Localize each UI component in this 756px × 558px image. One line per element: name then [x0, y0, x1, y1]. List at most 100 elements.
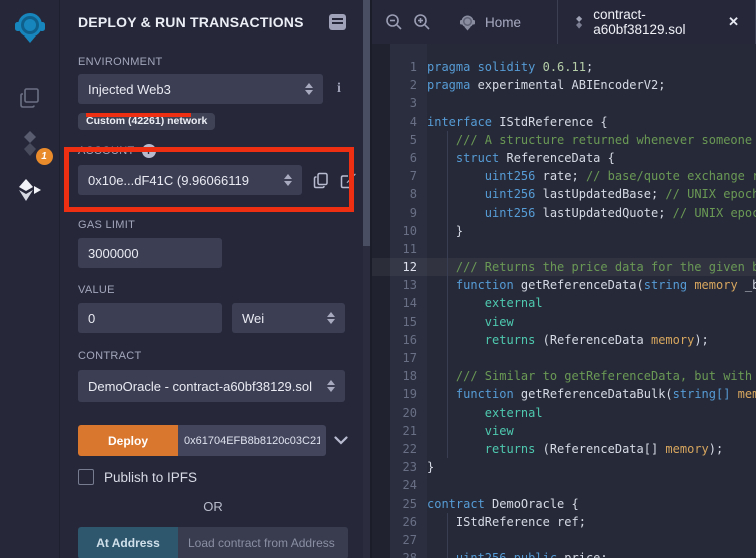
code-line[interactable]: 10 }: [372, 222, 756, 240]
line-number: 28: [372, 549, 427, 558]
gas-limit-label: GAS LIMIT: [78, 219, 370, 231]
at-address-button[interactable]: At Address: [78, 527, 178, 558]
value-input[interactable]: [78, 303, 222, 333]
indent-guide: [447, 385, 448, 403]
code-line[interactable]: 23}: [372, 458, 756, 476]
indent-guide: [447, 204, 448, 222]
code-line[interactable]: 16 returns (ReferenceData memory);: [372, 331, 756, 349]
indent-guide: [447, 222, 448, 240]
account-label: ACCOUNT: [78, 145, 135, 157]
line-number: 10: [372, 222, 427, 240]
tab-home[interactable]: Home: [444, 0, 535, 44]
code-line[interactable]: 18 /// Similar to getReferenceData, but …: [372, 367, 756, 385]
solidity-compiler-icon[interactable]: 1: [13, 127, 47, 161]
code-line[interactable]: 13 function getReferenceData(string memo…: [372, 276, 756, 294]
indent-guide: [447, 513, 448, 531]
code-line[interactable]: 28 uint256 public price;: [372, 549, 756, 558]
line-number: 9: [372, 204, 427, 222]
deploy-run-icon[interactable]: [13, 173, 47, 207]
tab-contract-file[interactable]: contract-a60bf38129.sol ✕: [557, 0, 756, 44]
info-icon[interactable]: i: [337, 81, 341, 97]
code-line[interactable]: 7 uint256 rate; // base/quote exchange r…: [372, 167, 756, 185]
code-line[interactable]: 11: [372, 240, 756, 258]
code-editor[interactable]: 1pragma solidity 0.6.11;2pragma experime…: [372, 44, 756, 558]
code-line[interactable]: 14 external: [372, 294, 756, 312]
zoom-in-icon[interactable]: [410, 10, 434, 34]
deploy-button[interactable]: Deploy: [78, 425, 178, 456]
indent-guide: [447, 258, 448, 276]
panel-scrollbar[interactable]: [363, 0, 370, 558]
code-line[interactable]: 2pragma experimental ABIEncoderV2;: [372, 76, 756, 94]
copy-icon[interactable]: [313, 172, 329, 189]
at-address-input[interactable]: [178, 527, 348, 558]
line-number: 26: [372, 513, 427, 531]
code-line[interactable]: 19 function getReferenceDataBulk(string[…: [372, 385, 756, 403]
line-number: 13: [372, 276, 427, 294]
code-line[interactable]: 6 struct ReferenceData {: [372, 149, 756, 167]
line-content: [427, 94, 756, 112]
environment-select[interactable]: Injected Web3: [78, 74, 323, 104]
line-number: 17: [372, 349, 427, 367]
code-line[interactable]: 12 /// Returns the price data for the gi…: [372, 258, 756, 276]
line-content: [427, 476, 756, 494]
gas-limit-input[interactable]: [78, 238, 222, 268]
account-value: 0x10e...dF41C (9.96066119: [88, 173, 249, 188]
line-content: contract DemoOracle {: [427, 495, 756, 513]
code-line[interactable]: 15 view: [372, 313, 756, 331]
or-divider: OR: [78, 499, 348, 514]
file-explorer-icon[interactable]: [13, 81, 47, 115]
line-number: 12: [372, 258, 427, 276]
line-content: uint256 lastUpdatedQuote; // UNIX epoch …: [427, 204, 756, 222]
code-line[interactable]: 1pragma solidity 0.6.11;: [372, 58, 756, 76]
edit-icon[interactable]: [340, 172, 357, 189]
line-content: view: [427, 422, 756, 440]
code-line[interactable]: 3: [372, 94, 756, 112]
ipfs-label: Publish to IPFS: [104, 470, 197, 485]
line-content: view: [427, 313, 756, 331]
line-content: returns (ReferenceData memory);: [427, 331, 756, 349]
code-line[interactable]: 24: [372, 476, 756, 494]
documentation-icon[interactable]: [329, 14, 346, 30]
chevron-down-icon[interactable]: [334, 425, 348, 456]
line-number: 18: [372, 367, 427, 385]
ipfs-checkbox[interactable]: [78, 469, 94, 485]
line-content: [427, 240, 756, 258]
value-unit: Wei: [242, 311, 264, 326]
scrollbar-thumb[interactable]: [363, 0, 370, 246]
indent-guide: [447, 313, 448, 331]
close-tab-icon[interactable]: ✕: [728, 14, 739, 30]
code-line[interactable]: 27: [372, 531, 756, 549]
tab-file-label: contract-a60bf38129.sol: [593, 7, 716, 37]
code-line[interactable]: 17: [372, 349, 756, 367]
code-line[interactable]: 5 /// A structure returned whenever some…: [372, 131, 756, 149]
line-content: }: [427, 458, 756, 476]
line-content: uint256 lastUpdatedBase; // UNIX epoch o…: [427, 185, 756, 203]
contract-select[interactable]: DemoOracle - contract-a60bf38129.sol: [78, 370, 345, 402]
line-content: external: [427, 294, 756, 312]
code-line[interactable]: 26 IStdReference ref;: [372, 513, 756, 531]
indent-guide: [447, 367, 448, 385]
deploy-param-input[interactable]: [178, 425, 326, 456]
code-line[interactable]: 8 uint256 lastUpdatedBase; // UNIX epoch…: [372, 185, 756, 203]
value-unit-select[interactable]: Wei: [232, 303, 345, 333]
line-number: 3: [372, 94, 427, 112]
code-line[interactable]: 21 view: [372, 422, 756, 440]
indent-guide: [447, 549, 448, 558]
code-line[interactable]: 22 returns (ReferenceData[] memory);: [372, 440, 756, 458]
compiler-badge: 1: [36, 148, 53, 165]
indent-guide: [447, 404, 448, 422]
add-account-icon[interactable]: +: [142, 144, 156, 158]
value-label: VALUE: [78, 284, 370, 296]
code-line[interactable]: 9 uint256 lastUpdatedQuote; // UNIX epoc…: [372, 204, 756, 222]
account-select[interactable]: 0x10e...dF41C (9.96066119: [78, 165, 302, 195]
editor-area: Home contract-a60bf38129.sol ✕ 1pragma s…: [372, 0, 756, 558]
code-line[interactable]: 25contract DemoOracle {: [372, 495, 756, 513]
line-number: 16: [372, 331, 427, 349]
line-number: 14: [372, 294, 427, 312]
line-number: 4: [372, 113, 427, 131]
zoom-out-icon[interactable]: [382, 10, 406, 34]
code-line[interactable]: 20 external: [372, 404, 756, 422]
publish-ipfs-row[interactable]: Publish to IPFS: [78, 469, 370, 485]
remix-logo-icon[interactable]: [11, 8, 49, 46]
code-line[interactable]: 4interface IStdReference {: [372, 113, 756, 131]
